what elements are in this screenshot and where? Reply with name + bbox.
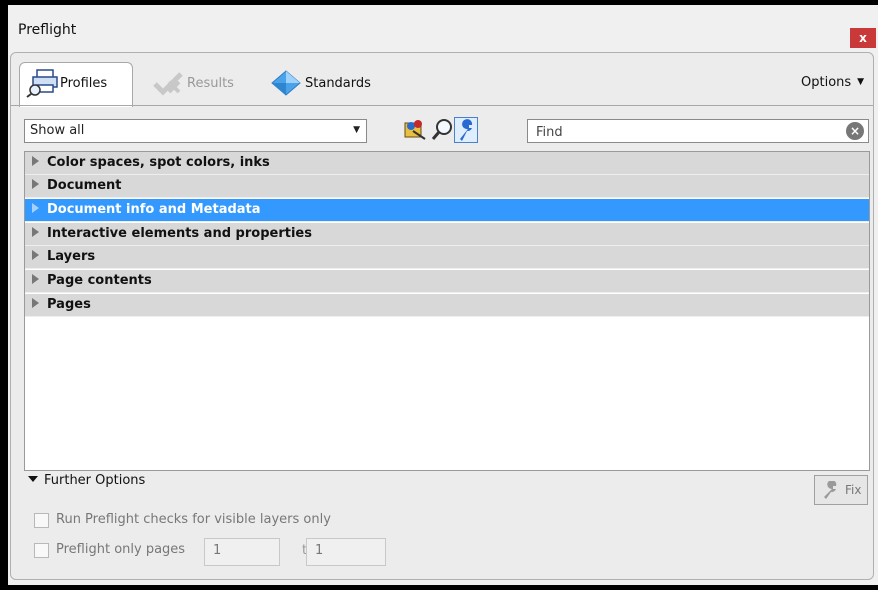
list-item[interactable]: Color spaces, spot colors, inks	[25, 152, 869, 175]
filter-select-value: Show all	[30, 123, 85, 138]
visible-layers-label: Run Preflight checks for visible layers …	[56, 512, 331, 527]
magnifier-button[interactable]	[430, 117, 454, 143]
collapse-triangle-icon	[28, 476, 38, 482]
visible-layers-checkbox[interactable]	[34, 513, 49, 528]
chevron-down-icon: ▼	[353, 125, 360, 135]
tab-profiles-label: Profiles	[60, 76, 108, 91]
pages-only-checkbox[interactable]	[34, 543, 49, 558]
find-field[interactable]: ×	[527, 119, 869, 143]
list-item-label: Color spaces, spot colors, inks	[47, 155, 270, 170]
list-item-label: Layers	[47, 249, 96, 264]
results-icon	[151, 68, 185, 98]
expand-triangle-icon[interactable]	[32, 298, 39, 308]
further-options-toggle[interactable]: Further Options	[28, 473, 145, 488]
preflight-window: Preflight x Profiles Results Standards O…	[8, 5, 878, 585]
page-from-field[interactable]: 1	[204, 538, 280, 566]
wrench-icon	[821, 480, 843, 502]
profiles-icon	[26, 68, 60, 98]
list-item-label: Interactive elements and properties	[47, 226, 312, 241]
tab-profiles[interactable]: Profiles	[19, 62, 133, 107]
further-options-label: Further Options	[44, 473, 146, 488]
list-item-label: Document info and Metadata	[47, 202, 261, 217]
list-item[interactable]: Document info and Metadata	[25, 199, 869, 222]
options-menu-button[interactable]: Options ▼	[801, 75, 864, 90]
profiles-list: Color spaces, spot colors, inks Document…	[24, 151, 870, 471]
tab-standards[interactable]: Standards	[263, 63, 383, 103]
expand-triangle-icon[interactable]	[32, 179, 39, 189]
window-title: Preflight	[18, 22, 77, 38]
clear-icon[interactable]: ×	[846, 122, 864, 140]
expand-triangle-icon[interactable]	[32, 274, 39, 284]
tab-divider	[11, 105, 873, 106]
expand-triangle-icon[interactable]	[32, 227, 39, 237]
title-bar: Preflight x	[8, 5, 878, 49]
list-item-label: Document	[47, 178, 122, 193]
tab-results-label: Results	[187, 76, 234, 91]
expand-triangle-icon[interactable]	[32, 156, 39, 166]
list-item[interactable]: Document	[25, 175, 869, 198]
options-label: Options	[801, 75, 852, 90]
profile-select-icon	[404, 120, 426, 140]
tab-results[interactable]: Results	[145, 63, 255, 103]
find-input[interactable]	[534, 122, 828, 142]
list-item[interactable]: Layers	[25, 246, 869, 269]
close-button[interactable]: x	[850, 28, 876, 48]
standards-icon	[269, 68, 303, 98]
magnifier-icon	[431, 119, 452, 140]
chevron-down-icon: ▼	[857, 77, 865, 87]
filter-select[interactable]: Show all ▼	[24, 119, 367, 143]
page-from-value: 1	[213, 543, 222, 558]
page-to-value: 1	[315, 543, 324, 558]
list-item[interactable]: Pages	[25, 294, 869, 317]
fixups-button[interactable]	[454, 117, 478, 143]
profile-select-button[interactable]	[403, 117, 427, 143]
fix-button-label: Fix	[845, 483, 862, 497]
tab-standards-label: Standards	[305, 76, 371, 91]
expand-triangle-icon[interactable]	[32, 203, 39, 213]
page-to-field[interactable]: 1	[306, 538, 386, 566]
list-item[interactable]: Page contents	[25, 270, 869, 293]
wrench-icon	[460, 119, 473, 141]
list-item-label: Page contents	[47, 273, 152, 288]
fix-button[interactable]: Fix	[814, 475, 868, 505]
list-item-label: Pages	[47, 297, 91, 312]
pages-only-label: Preflight only pages	[56, 542, 186, 557]
expand-triangle-icon[interactable]	[32, 250, 39, 260]
list-item[interactable]: Interactive elements and properties	[25, 223, 869, 246]
